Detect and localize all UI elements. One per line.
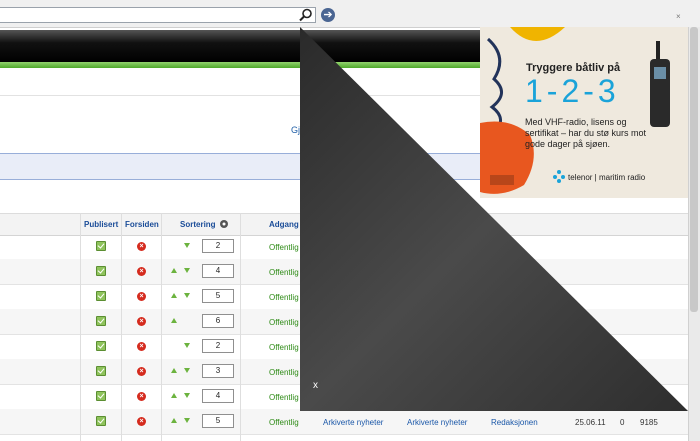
published-check-icon[interactable] xyxy=(96,341,106,351)
col-divider xyxy=(240,213,241,441)
published-check-icon[interactable] xyxy=(96,416,106,426)
address-bar[interactable] xyxy=(0,7,316,23)
toolbar-link[interactable]: Gj xyxy=(291,125,300,135)
order-input[interactable]: 4 xyxy=(202,389,234,403)
access-link[interactable]: Offentlig xyxy=(269,368,299,377)
move-down-icon[interactable] xyxy=(184,268,190,273)
move-down-icon[interactable] xyxy=(184,243,190,248)
frontpage-cross-icon[interactable]: × xyxy=(137,392,146,401)
col-access[interactable]: Adgang xyxy=(269,220,299,229)
move-down-icon[interactable] xyxy=(184,293,190,298)
order-input[interactable]: 2 xyxy=(202,239,234,253)
col-published[interactable]: Publisert xyxy=(84,220,118,229)
ad-big-text: 1-2-3 xyxy=(525,73,620,109)
published-check-icon[interactable] xyxy=(96,291,106,301)
move-up-icon[interactable] xyxy=(171,418,177,423)
access-link[interactable]: Offentlig xyxy=(269,243,299,252)
hits-cell: 0 xyxy=(620,418,625,427)
move-down-icon[interactable] xyxy=(184,393,190,398)
published-check-icon[interactable] xyxy=(96,266,106,276)
move-up-icon[interactable] xyxy=(171,293,177,298)
order-input[interactable]: 5 xyxy=(202,289,234,303)
access-link[interactable]: Offentlig xyxy=(269,343,299,352)
col-sorting[interactable]: Sortering xyxy=(180,220,216,229)
move-down-icon[interactable] xyxy=(184,343,190,348)
order-input[interactable]: 2 xyxy=(202,339,234,353)
ad-brand: telenor | maritim radio xyxy=(568,173,646,182)
published-check-icon[interactable] xyxy=(96,391,106,401)
order-input[interactable]: 5 xyxy=(202,414,234,428)
frontpage-cross-icon[interactable]: × xyxy=(137,367,146,376)
id-cell: 9185 xyxy=(640,418,658,427)
ad-body: Med VHF-radio, lisens og sertifikat – ha… xyxy=(525,117,647,149)
frontpage-cross-icon[interactable]: × xyxy=(137,242,146,251)
access-link[interactable]: Offentlig xyxy=(269,318,299,327)
published-check-icon[interactable] xyxy=(96,366,106,376)
move-up-icon[interactable] xyxy=(171,318,177,323)
order-input[interactable]: 4 xyxy=(202,264,234,278)
access-link[interactable]: Offentlig xyxy=(269,418,299,427)
order-input[interactable]: 3 xyxy=(202,364,234,378)
table-row: × 5 Offentlig Arkiverte nyheter Arkiverte ny… xyxy=(0,409,700,435)
frontpage-cross-icon[interactable]: × xyxy=(137,417,146,426)
move-down-icon[interactable] xyxy=(184,418,190,423)
access-link[interactable]: Offentlig xyxy=(269,268,299,277)
scrollbar-thumb[interactable] xyxy=(690,27,698,312)
ad-banner[interactable]: Tryggere båtliv på 1-2-3 Med VHF-radio, … xyxy=(480,27,688,198)
close-icon[interactable]: × xyxy=(676,12,681,21)
col-divider xyxy=(161,213,162,441)
section-link[interactable]: Arkiverte nyheter xyxy=(323,418,383,427)
published-check-icon[interactable] xyxy=(96,241,106,251)
author-link[interactable]: Redaksjonen xyxy=(491,418,538,427)
col-frontpage[interactable]: Forsiden xyxy=(125,220,159,229)
frontpage-cross-icon[interactable]: × xyxy=(137,342,146,351)
save-order-icon[interactable] xyxy=(219,219,229,229)
go-arrow-icon[interactable]: ➔ xyxy=(321,8,335,22)
move-up-icon[interactable] xyxy=(171,368,177,373)
move-up-icon[interactable] xyxy=(171,268,177,273)
telenor-logo-icon xyxy=(553,170,565,183)
overlay-close-icon[interactable]: x xyxy=(313,380,318,391)
access-link[interactable]: Offentlig xyxy=(269,293,299,302)
col-divider xyxy=(80,213,81,441)
frontpage-cross-icon[interactable]: × xyxy=(137,292,146,301)
frontpage-cross-icon[interactable]: × xyxy=(137,267,146,276)
browser-toolbar: ➔ xyxy=(0,0,700,28)
date-cell: 25.06.11 xyxy=(575,418,606,427)
frontpage-cross-icon[interactable]: × xyxy=(137,317,146,326)
move-up-icon[interactable] xyxy=(171,393,177,398)
search-icon[interactable] xyxy=(298,8,314,22)
order-input[interactable]: 6 xyxy=(202,314,234,328)
col-divider xyxy=(121,213,122,441)
access-link[interactable]: Offentlig xyxy=(269,393,299,402)
move-down-icon[interactable] xyxy=(184,368,190,373)
category-link[interactable]: Arkiverte nyheter xyxy=(407,418,467,427)
published-check-icon[interactable] xyxy=(96,316,106,326)
